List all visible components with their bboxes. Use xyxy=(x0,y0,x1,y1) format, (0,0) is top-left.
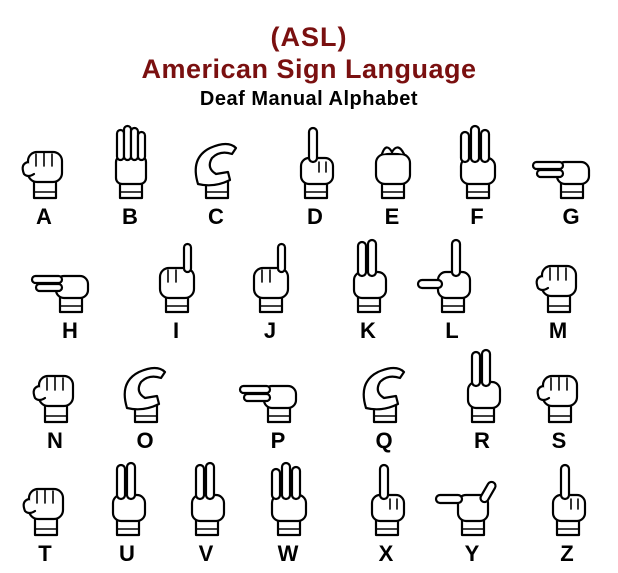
sign-r: R xyxy=(442,342,522,460)
sign-letter-label: F xyxy=(470,204,484,229)
title-subtitle: Deaf Manual Alphabet xyxy=(199,88,419,110)
sign-d: D xyxy=(275,118,355,236)
sign-letter-label: J xyxy=(263,318,277,343)
sign-i: I xyxy=(136,232,216,350)
sign-letter-label: P xyxy=(270,428,286,453)
sign-f: F xyxy=(437,118,517,236)
sign-z: Z xyxy=(527,455,607,573)
sign-letter-label: S xyxy=(551,428,567,453)
sign-letter-label: R xyxy=(474,428,490,453)
sign-a: A xyxy=(4,118,84,236)
sign-letter-label: M xyxy=(548,318,568,343)
sign-e: E xyxy=(352,118,432,236)
sign-letter-label: T xyxy=(38,541,52,566)
sign-letter-label: L xyxy=(445,318,459,343)
sign-q: Q xyxy=(344,342,424,460)
sign-letter-label: X xyxy=(378,541,394,566)
sign-s: S xyxy=(519,342,599,460)
sign-letter-label: O xyxy=(136,428,154,453)
sign-p: P xyxy=(238,342,318,460)
sign-letter-label: D xyxy=(307,204,323,229)
sign-t: T xyxy=(5,455,85,573)
sign-letter-label: I xyxy=(172,318,180,343)
sign-letter-label: E xyxy=(384,204,400,229)
sign-letter-label: B xyxy=(122,204,138,229)
sign-letter-label: K xyxy=(360,318,376,343)
title-abbreviation: (ASL) xyxy=(270,22,348,52)
sign-letter-label: A xyxy=(36,204,52,229)
sign-letter-label: Y xyxy=(464,541,480,566)
sign-letter-label: H xyxy=(62,318,78,343)
sign-k: K xyxy=(328,232,408,350)
sign-letter-label: N xyxy=(47,428,63,453)
sign-v: V xyxy=(166,455,246,573)
sign-j: J xyxy=(230,232,310,350)
title-main: American Sign Language xyxy=(141,54,477,84)
sign-o: O xyxy=(105,342,185,460)
sign-g: G xyxy=(531,118,611,236)
sign-m: M xyxy=(518,232,598,350)
sign-c: C xyxy=(176,118,256,236)
sign-b: B xyxy=(90,118,170,236)
sign-letter-label: W xyxy=(277,541,299,566)
sign-letter-label: C xyxy=(208,204,224,229)
sign-letter-label: V xyxy=(198,541,214,566)
sign-n: N xyxy=(15,342,95,460)
sign-y: Y xyxy=(432,455,512,573)
sign-w: W xyxy=(248,455,328,573)
sign-h: H xyxy=(30,232,110,350)
sign-letter-label: U xyxy=(119,541,135,566)
sign-letter-label: G xyxy=(562,204,580,229)
sign-letter-label: Z xyxy=(560,541,574,566)
sign-u: U xyxy=(87,455,167,573)
sign-letter-label: Q xyxy=(375,428,393,453)
sign-l: L xyxy=(412,232,492,350)
sign-x: X xyxy=(346,455,426,573)
